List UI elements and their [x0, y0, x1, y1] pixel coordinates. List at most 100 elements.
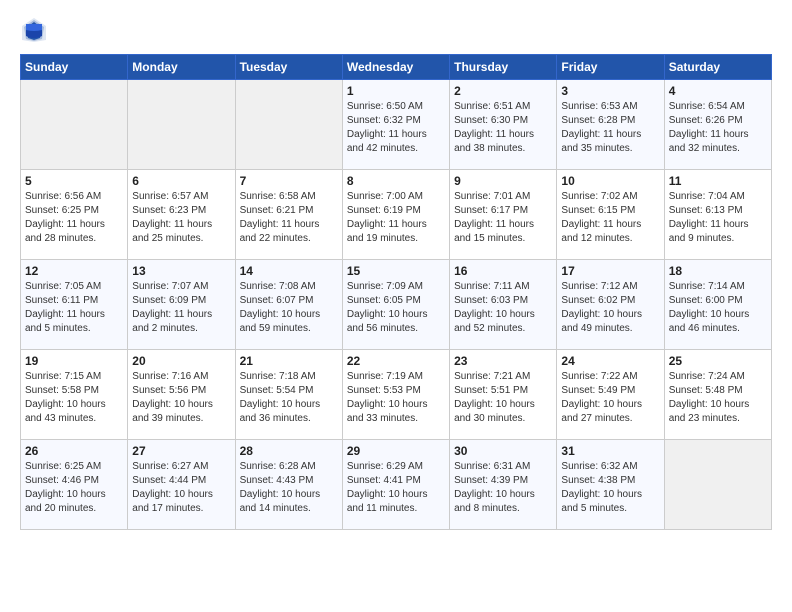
calendar-body: 1Sunrise: 6:50 AMSunset: 6:32 PMDaylight…: [21, 80, 772, 530]
day-info: Sunrise: 7:08 AMSunset: 6:07 PMDaylight:…: [240, 280, 338, 336]
day-number: 4: [669, 84, 767, 98]
day-info: Sunrise: 6:53 AMSunset: 6:28 PMDaylight:…: [561, 100, 659, 156]
day-info: Sunrise: 6:29 AMSunset: 4:41 PMDaylight:…: [347, 460, 445, 516]
calendar-cell: 7Sunrise: 6:58 AMSunset: 6:21 PMDaylight…: [235, 170, 342, 260]
weekday-header-tuesday: Tuesday: [235, 55, 342, 80]
day-number: 16: [454, 264, 552, 278]
day-number: 5: [25, 174, 123, 188]
day-info: Sunrise: 6:54 AMSunset: 6:26 PMDaylight:…: [669, 100, 767, 156]
logo: [20, 16, 52, 44]
calendar-cell: 31 Sunrise: 6:32 AMSunset: 4:38 PMDayligh…: [557, 440, 664, 530]
weekday-header-thursday: Thursday: [450, 55, 557, 80]
weekday-header-saturday: Saturday: [664, 55, 771, 80]
day-number: 8: [347, 174, 445, 188]
day-info: Sunrise: 6:25 AMSunset: 4:46 PMDaylight:…: [25, 460, 123, 516]
day-number: 30: [454, 444, 552, 458]
calendar-week-3: 12 Sunrise: 7:05 AMSunset: 6:11 PMDayligh…: [21, 260, 772, 350]
calendar-cell: 23 Sunrise: 7:21 AMSunset: 5:51 PMDayligh…: [450, 350, 557, 440]
day-number: 13: [132, 264, 230, 278]
day-number: 25: [669, 354, 767, 368]
calendar-week-2: 5 Sunrise: 6:56 AMSunset: 6:25 PMDaylight…: [21, 170, 772, 260]
calendar-cell: 5 Sunrise: 6:56 AMSunset: 6:25 PMDaylight…: [21, 170, 128, 260]
calendar-week-1: 1Sunrise: 6:50 AMSunset: 6:32 PMDaylight…: [21, 80, 772, 170]
calendar-cell: 30 Sunrise: 6:31 AMSunset: 4:39 PMDayligh…: [450, 440, 557, 530]
calendar-cell: 24 Sunrise: 7:22 AMSunset: 5:49 PMDayligh…: [557, 350, 664, 440]
day-number: 21: [240, 354, 338, 368]
calendar-cell: 3 Sunrise: 6:53 AMSunset: 6:28 PMDaylight…: [557, 80, 664, 170]
calendar-cell: 10 Sunrise: 7:02 AMSunset: 6:15 PMDayligh…: [557, 170, 664, 260]
day-info: Sunrise: 7:24 AMSunset: 5:48 PMDaylight:…: [669, 370, 767, 426]
calendar-cell: 20Sunrise: 7:16 AMSunset: 5:56 PMDayligh…: [128, 350, 235, 440]
day-number: 10: [561, 174, 659, 188]
calendar-cell: 18Sunrise: 7:14 AMSunset: 6:00 PMDayligh…: [664, 260, 771, 350]
calendar-cell: 13Sunrise: 7:07 AMSunset: 6:09 PMDayligh…: [128, 260, 235, 350]
day-info: Sunrise: 6:51 AMSunset: 6:30 PMDaylight:…: [454, 100, 552, 156]
calendar-cell: [21, 80, 128, 170]
calendar-cell: 8 Sunrise: 7:00 AMSunset: 6:19 PMDaylight…: [342, 170, 449, 260]
calendar-cell: 26Sunrise: 6:25 AMSunset: 4:46 PMDayligh…: [21, 440, 128, 530]
day-info: Sunrise: 7:14 AMSunset: 6:00 PMDaylight:…: [669, 280, 767, 336]
day-number: 22: [347, 354, 445, 368]
calendar-cell: 15Sunrise: 7:09 AMSunset: 6:05 PMDayligh…: [342, 260, 449, 350]
day-number: 27: [132, 444, 230, 458]
day-info: Sunrise: 6:57 AMSunset: 6:23 PMDaylight:…: [132, 190, 230, 246]
day-info: Sunrise: 7:04 AMSunset: 6:13 PMDaylight:…: [669, 190, 767, 246]
day-info: Sunrise: 7:22 AMSunset: 5:49 PMDaylight:…: [561, 370, 659, 426]
day-number: 12: [25, 264, 123, 278]
weekday-header-monday: Monday: [128, 55, 235, 80]
day-info: Sunrise: 7:21 AMSunset: 5:51 PMDaylight:…: [454, 370, 552, 426]
day-info: Sunrise: 7:11 AMSunset: 6:03 PMDaylight:…: [454, 280, 552, 336]
day-info: Sunrise: 7:09 AMSunset: 6:05 PMDaylight:…: [347, 280, 445, 336]
day-info: Sunrise: 7:02 AMSunset: 6:15 PMDaylight:…: [561, 190, 659, 246]
calendar-cell: 12 Sunrise: 7:05 AMSunset: 6:11 PMDayligh…: [21, 260, 128, 350]
calendar-cell: 21 Sunrise: 7:18 AMSunset: 5:54 PMDayligh…: [235, 350, 342, 440]
weekday-header-sunday: Sunday: [21, 55, 128, 80]
day-info: Sunrise: 6:27 AMSunset: 4:44 PMDaylight:…: [132, 460, 230, 516]
day-number: 1: [347, 84, 445, 98]
day-number: 17: [561, 264, 659, 278]
page: SundayMondayTuesdayWednesdayThursdayFrid…: [0, 0, 792, 546]
day-number: 20: [132, 354, 230, 368]
calendar-week-5: 26Sunrise: 6:25 AMSunset: 4:46 PMDayligh…: [21, 440, 772, 530]
day-info: Sunrise: 7:19 AMSunset: 5:53 PMDaylight:…: [347, 370, 445, 426]
day-info: Sunrise: 6:28 AMSunset: 4:43 PMDaylight:…: [240, 460, 338, 516]
day-number: 14: [240, 264, 338, 278]
calendar-cell: 29 Sunrise: 6:29 AMSunset: 4:41 PMDayligh…: [342, 440, 449, 530]
calendar-cell: 25 Sunrise: 7:24 AMSunset: 5:48 PMDayligh…: [664, 350, 771, 440]
weekday-row: SundayMondayTuesdayWednesdayThursdayFrid…: [21, 55, 772, 80]
day-number: 31: [561, 444, 659, 458]
header: [20, 16, 772, 44]
day-info: Sunrise: 7:18 AMSunset: 5:54 PMDaylight:…: [240, 370, 338, 426]
day-info: Sunrise: 7:01 AMSunset: 6:17 PMDaylight:…: [454, 190, 552, 246]
day-number: 24: [561, 354, 659, 368]
day-info: Sunrise: 7:05 AMSunset: 6:11 PMDaylight:…: [25, 280, 123, 336]
calendar-cell: 6 Sunrise: 6:57 AMSunset: 6:23 PMDaylight…: [128, 170, 235, 260]
weekday-header-friday: Friday: [557, 55, 664, 80]
calendar-cell: 19Sunrise: 7:15 AMSunset: 5:58 PMDayligh…: [21, 350, 128, 440]
calendar-cell: 1Sunrise: 6:50 AMSunset: 6:32 PMDaylight…: [342, 80, 449, 170]
calendar-header: SundayMondayTuesdayWednesdayThursdayFrid…: [21, 55, 772, 80]
calendar-table: SundayMondayTuesdayWednesdayThursdayFrid…: [20, 54, 772, 530]
calendar-cell: 22 Sunrise: 7:19 AMSunset: 5:53 PMDayligh…: [342, 350, 449, 440]
logo-icon: [20, 16, 48, 44]
calendar-cell: [664, 440, 771, 530]
calendar-cell: 11 Sunrise: 7:04 AMSunset: 6:13 PMDayligh…: [664, 170, 771, 260]
day-number: 11: [669, 174, 767, 188]
day-info: Sunrise: 6:31 AMSunset: 4:39 PMDaylight:…: [454, 460, 552, 516]
day-number: 7: [240, 174, 338, 188]
day-number: 2: [454, 84, 552, 98]
day-info: Sunrise: 6:32 AMSunset: 4:38 PMDaylight:…: [561, 460, 659, 516]
calendar-cell: 9Sunrise: 7:01 AMSunset: 6:17 PMDaylight…: [450, 170, 557, 260]
calendar-week-4: 19Sunrise: 7:15 AMSunset: 5:58 PMDayligh…: [21, 350, 772, 440]
day-number: 3: [561, 84, 659, 98]
day-number: 19: [25, 354, 123, 368]
day-info: Sunrise: 7:00 AMSunset: 6:19 PMDaylight:…: [347, 190, 445, 246]
day-number: 29: [347, 444, 445, 458]
day-number: 23: [454, 354, 552, 368]
calendar-cell: 2 Sunrise: 6:51 AMSunset: 6:30 PMDaylight…: [450, 80, 557, 170]
weekday-header-wednesday: Wednesday: [342, 55, 449, 80]
calendar-cell: [128, 80, 235, 170]
day-info: Sunrise: 6:56 AMSunset: 6:25 PMDaylight:…: [25, 190, 123, 246]
day-info: Sunrise: 7:12 AMSunset: 6:02 PMDaylight:…: [561, 280, 659, 336]
day-number: 6: [132, 174, 230, 188]
